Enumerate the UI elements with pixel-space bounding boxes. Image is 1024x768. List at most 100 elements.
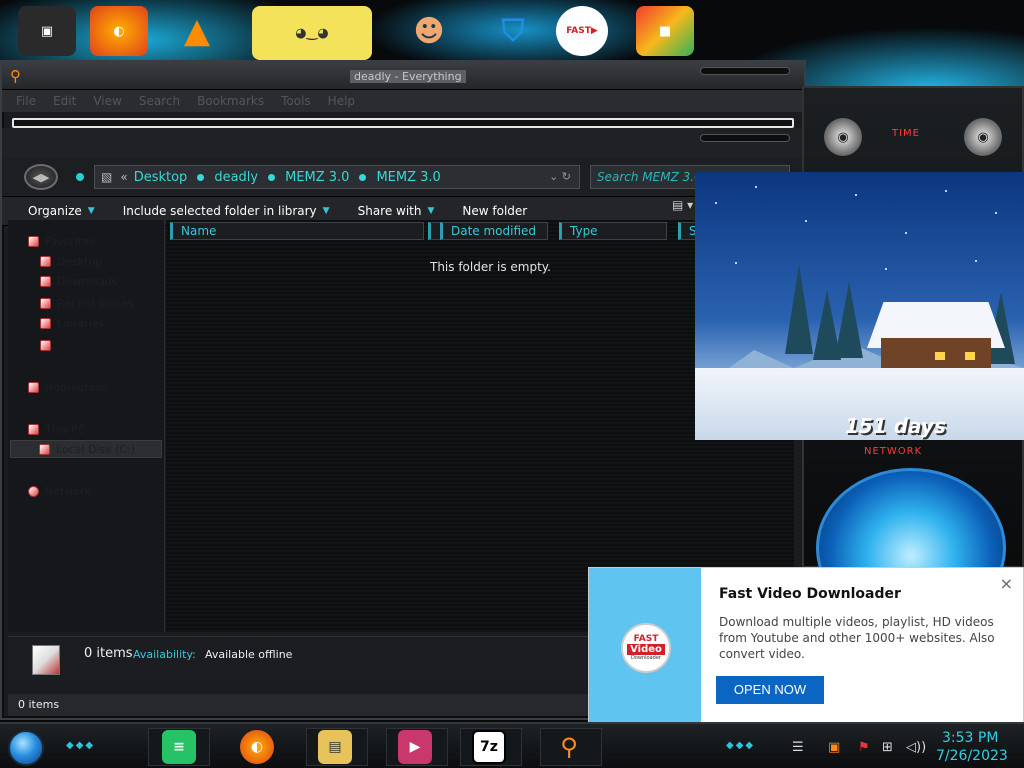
breadcrumb-separator[interactable] [197,173,205,181]
volume-icon[interactable]: ◁)) [906,740,926,755]
back-button[interactable]: ◀▶ [24,164,58,190]
nav-label: Local Disk (C:) [56,442,136,456]
toast-body: Download multiple videos, playlist, HD v… [719,615,995,661]
open-now-button[interactable]: OPEN NOW [716,676,824,704]
office-icon[interactable]: ■ [636,6,694,56]
menu-search[interactable]: Search [139,94,180,108]
availability-value: Available offline [205,648,293,661]
folder-icon: ▧ [101,170,113,184]
window-chrome [2,128,804,158]
menu-view[interactable]: View [93,94,121,108]
christmas-countdown-widget[interactable]: 151 days [695,172,1024,440]
close-icon[interactable]: × [1000,574,1013,593]
everything-search-icon[interactable]: ⚲ [552,730,586,764]
organize-button[interactable]: Organize ▼ [28,204,95,218]
nav-downloads[interactable]: Downloads [40,272,117,290]
menu-help[interactable]: Help [328,94,355,108]
notification-toast[interactable]: FAST Video Downloader Fast Video Downloa… [588,567,1024,725]
nav-homegroup[interactable]: Homegroup [28,378,109,396]
menu-file[interactable]: File [16,94,36,108]
7zip-icon[interactable]: 7z [472,730,506,764]
clock-date[interactable]: 7/26/2023 [936,748,1008,764]
nav-favorites[interactable]: Favorites [28,232,95,250]
notes-icon[interactable]: ≡ [162,730,196,764]
time-label: TIME [892,128,921,139]
tray-app-icon[interactable]: ▣ [828,740,840,755]
flag-alert-icon[interactable]: ⚑ [858,740,870,755]
nav-network[interactable]: Network [28,482,91,500]
firefox-icon[interactable]: ◐ [240,730,274,764]
new-folder-button[interactable]: New folder [462,204,527,218]
recent-icon [40,297,51,309]
view-options-icon[interactable]: ▤ ▾ [672,198,693,212]
download-icon [40,275,51,287]
nav-local-disk[interactable]: Local Disk (C:) [10,440,162,458]
alien-icon: ◉ [824,118,862,156]
fast-video-downloader-logo: FAST Video Downloader [621,623,671,673]
logo-text: FAST [633,633,659,644]
cabin-window [935,352,945,360]
nav-label: Libraries [57,316,105,330]
breadcrumb-separator[interactable] [359,173,367,181]
refresh-icon[interactable]: ⌄ ↻ [549,170,571,183]
everything-search-field[interactable] [12,118,794,128]
column-type[interactable]: Type [559,222,667,240]
breadcrumb-separator[interactable] [268,173,276,181]
fast-video-downloader-icon[interactable]: FAST▶ [556,6,608,56]
spongebob-icon[interactable]: ◕‿◕ [252,6,372,60]
title-bar[interactable]: ⚲ deadly - Everything [2,62,804,90]
show-desktop-icon[interactable]: ☰ [792,740,804,755]
include-in-library-button[interactable]: Include selected folder in library ▼ [123,204,330,218]
title-decoration [700,67,790,75]
music-icon [40,339,51,351]
availability-label: Availability: [133,648,196,661]
window-title: deadly - Everything [350,70,466,83]
breadcrumb-deadly[interactable]: deadly [214,170,258,185]
search-icon: ⚲ [10,67,21,85]
nav-indicator [76,173,84,181]
toast-title: Fast Video Downloader [719,586,901,602]
app-icon[interactable]: ▣ [18,6,76,56]
logo-text: Downloader [631,654,661,661]
taskbar: ◆◆◆ ≡ ◐ ▤ ▶ 7z ⚲ ◆◆◆ ☰ ▣ ⚑ ⊞ ◁)) 3:53 PM… [0,722,1024,768]
nav-computer[interactable]: This PC [28,420,85,438]
network-tray-icon[interactable]: ⊞ [882,740,893,755]
toast-side-panel: FAST Video Downloader [589,568,701,725]
breadcrumb-memz-current[interactable]: MEMZ 3.0 [376,170,440,185]
breadcrumb-memz[interactable]: MEMZ 3.0 [285,170,349,185]
navigation-pane: Favorites Desktop Downloads Recent place… [8,220,165,632]
snowflake [945,190,947,192]
clock-time[interactable]: 3:53 PM [942,730,998,746]
library-icon [40,317,51,329]
start-button[interactable] [8,730,44,766]
vlc-icon[interactable]: ▲ [168,6,226,56]
snowflake [855,194,857,196]
nav-recent-places[interactable]: Recent places [40,294,134,312]
share-with-button[interactable]: Share with ▼ [358,204,435,218]
network-icon [28,485,39,497]
breadcrumb-overflow[interactable]: « [120,170,127,184]
breadcrumb-desktop[interactable]: Desktop [134,170,188,185]
address-bar[interactable]: ▧ « Desktop deadly MEMZ 3.0 MEMZ 3.0 ⌄ ↻ [94,165,580,189]
media-icon[interactable]: ▶ [398,730,432,764]
firefox-icon[interactable]: ◐ [90,6,148,56]
nav-libraries[interactable]: Libraries [40,314,105,332]
days-remaining: 151 days [845,414,946,438]
pine-tree [835,282,863,358]
explorer-icon[interactable]: ▤ [318,730,352,764]
column-date-modified[interactable]: Date modified [440,222,548,240]
star-icon [28,235,39,247]
folder-thumbnail-icon [32,645,60,675]
shield-icon[interactable]: ⛉ [484,6,542,56]
chevron-down-icon: ▼ [322,206,330,216]
nav-label: Favorites [45,234,95,248]
menu-bookmarks[interactable]: Bookmarks [197,94,264,108]
menu-tools[interactable]: Tools [281,94,311,108]
nav-desktop[interactable]: Desktop [40,252,102,270]
nav-label: Recent places [57,296,134,310]
nav-music[interactable] [40,336,57,354]
doctor-icon[interactable]: ☻ [400,6,458,56]
menu-edit[interactable]: Edit [53,94,76,108]
snowflake [905,232,907,234]
column-name[interactable]: Name [170,222,424,240]
